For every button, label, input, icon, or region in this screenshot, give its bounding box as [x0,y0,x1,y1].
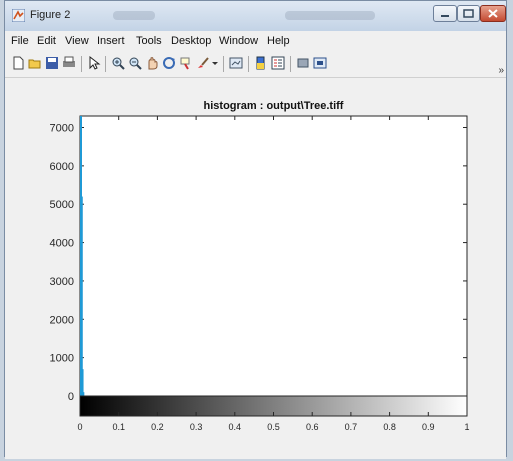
blurred-title-text [285,11,375,20]
open-file-icon[interactable] [28,56,42,70]
y-tick-label: 0 [68,391,74,403]
window-title: Figure 2 [30,9,71,21]
data-cursor-icon[interactable] [179,56,193,70]
close-icon [488,9,498,18]
histogram-bar [82,392,85,396]
zoom-out-icon[interactable] [128,56,142,70]
toolbar-separator [290,56,291,72]
x-tick-label: 0.3 [190,422,203,432]
histogram-bar [81,369,84,396]
show-plot-tools-icon[interactable] [313,56,327,70]
minimize-button[interactable] [433,5,457,22]
matlab-figure-icon [12,9,25,22]
menu-tools[interactable]: Tools [136,35,162,47]
y-tick-label: 4000 [50,238,74,250]
new-figure-icon[interactable] [11,56,25,70]
x-tick-label: 0.5 [267,422,280,432]
menu-edit[interactable]: Edit [37,35,56,47]
toolbar-separator [223,56,224,72]
pointer-icon[interactable] [87,56,101,70]
toolbar-separator [248,56,249,72]
y-tick-label: 7000 [50,123,74,135]
brush-dropdown-icon[interactable] [211,56,219,70]
x-tick-label: 1 [464,422,469,432]
y-tick-label: 2000 [50,314,74,326]
legend-icon[interactable] [271,56,285,70]
y-tick-label: 3000 [50,276,74,288]
brush-icon[interactable] [196,56,210,70]
menu-file[interactable]: File [11,35,29,47]
x-tick-label: 0.6 [306,422,319,432]
x-tick-label: 0.9 [422,422,435,432]
colorbar-icon[interactable] [254,56,268,70]
histogram-plot[interactable]: 0 1000 2000 3000 4000 5000 6000 7000 0 0.1 0.2 0.3 0… [0,76,513,461]
link-plot-icon[interactable] [229,56,243,70]
maximize-icon [463,9,474,18]
menu-help[interactable]: Help [267,35,290,47]
toolbar-separator [105,56,106,72]
zoom-in-icon[interactable] [111,56,125,70]
save-icon[interactable] [45,56,59,70]
histogram-bar [80,196,83,396]
pan-icon[interactable] [145,56,159,70]
y-tick-label: 1000 [50,353,74,365]
x-tick-label: 0 [77,422,82,432]
minimize-icon [441,15,449,17]
print-icon[interactable] [62,56,76,70]
x-tick-label: 0.4 [229,422,242,432]
menu-insert[interactable]: Insert [97,35,125,47]
x-tick-label: 0.2 [151,422,164,432]
y-tick-label: 6000 [50,161,74,173]
x-tick-label: 0.7 [345,422,358,432]
menu-window[interactable]: Window [219,35,258,47]
chart-title: histogram : output\Tree.tiff [204,100,344,112]
x-tick-label: 0.8 [383,422,396,432]
figure-toolbar [5,53,506,75]
maximize-button[interactable] [457,5,480,22]
blurred-title-text [113,11,155,20]
y-tick-label: 5000 [50,199,74,211]
axes-background [79,115,468,397]
title-bar[interactable]: Figure 2 [5,1,506,32]
rotate-3d-icon[interactable] [162,56,176,70]
menu-view[interactable]: View [65,35,89,47]
close-button[interactable] [480,5,506,22]
menu-bar: File Edit View Insert Tools Desktop Wind… [5,31,506,76]
menu-desktop[interactable]: Desktop [171,35,211,47]
hide-plot-tools-icon[interactable] [296,56,310,70]
x-tick-label: 0.1 [112,422,125,432]
toolbar-separator [81,56,82,72]
